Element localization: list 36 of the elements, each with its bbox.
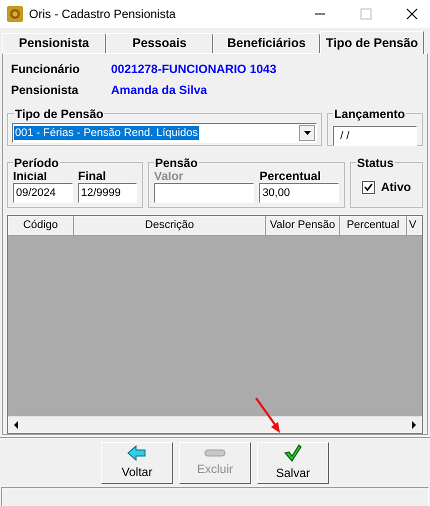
column-header[interactable]: Código bbox=[8, 216, 74, 236]
window-title: Oris - Cadastro Pensionista bbox=[29, 6, 176, 23]
back-button[interactable]: Voltar bbox=[101, 442, 173, 484]
field-label: Final bbox=[78, 169, 107, 183]
selected-option: 001 - Férias - Pensão Rend. Líquidos bbox=[14, 126, 199, 140]
horizontal-scrollbar[interactable] bbox=[8, 416, 422, 433]
app-icon bbox=[7, 6, 23, 22]
field-value: Amanda da Silva bbox=[111, 82, 208, 99]
delete-button: Excluir bbox=[179, 442, 251, 484]
save-button[interactable]: Salvar bbox=[257, 442, 329, 484]
date-field[interactable]: / / bbox=[333, 126, 417, 146]
column-header[interactable]: Valor Pensão bbox=[266, 216, 340, 236]
caret-icon bbox=[304, 131, 311, 135]
minus-icon bbox=[204, 448, 226, 458]
input-field[interactable]: 12/9999 bbox=[78, 183, 137, 203]
checkbox[interactable] bbox=[362, 180, 375, 194]
tab[interactable]: Pensionista bbox=[2, 33, 106, 53]
checkbox-label[interactable]: Ativo bbox=[381, 178, 411, 196]
column-header[interactable]: Descrição bbox=[74, 216, 266, 236]
checkmark-icon bbox=[284, 444, 302, 462]
input-field[interactable]: 30,00 bbox=[259, 183, 339, 203]
dropdown-field[interactable]: 001 - Férias - Pensão Rend. Líquidos bbox=[12, 123, 318, 143]
close-icon[interactable] bbox=[406, 8, 418, 20]
field-value: 0021278-FUNCIONARIO 1043 bbox=[111, 61, 276, 78]
field-label: Pensionista bbox=[11, 82, 80, 99]
tab[interactable]: Tipo de Pensão bbox=[320, 31, 424, 54]
field-label: Inicial bbox=[13, 169, 48, 183]
tab[interactable]: Beneficiários bbox=[213, 33, 320, 53]
input-field[interactable]: 09/2024 bbox=[13, 183, 73, 203]
tab[interactable]: Pessoais bbox=[106, 33, 213, 53]
field-label: Percentual bbox=[259, 169, 322, 183]
field-label: Valor bbox=[154, 169, 184, 183]
column-header[interactable]: Percentual bbox=[340, 216, 407, 236]
dropdown-button[interactable] bbox=[299, 125, 316, 141]
arrow-left-icon bbox=[127, 445, 147, 461]
field-label: Funcionário bbox=[11, 61, 81, 78]
